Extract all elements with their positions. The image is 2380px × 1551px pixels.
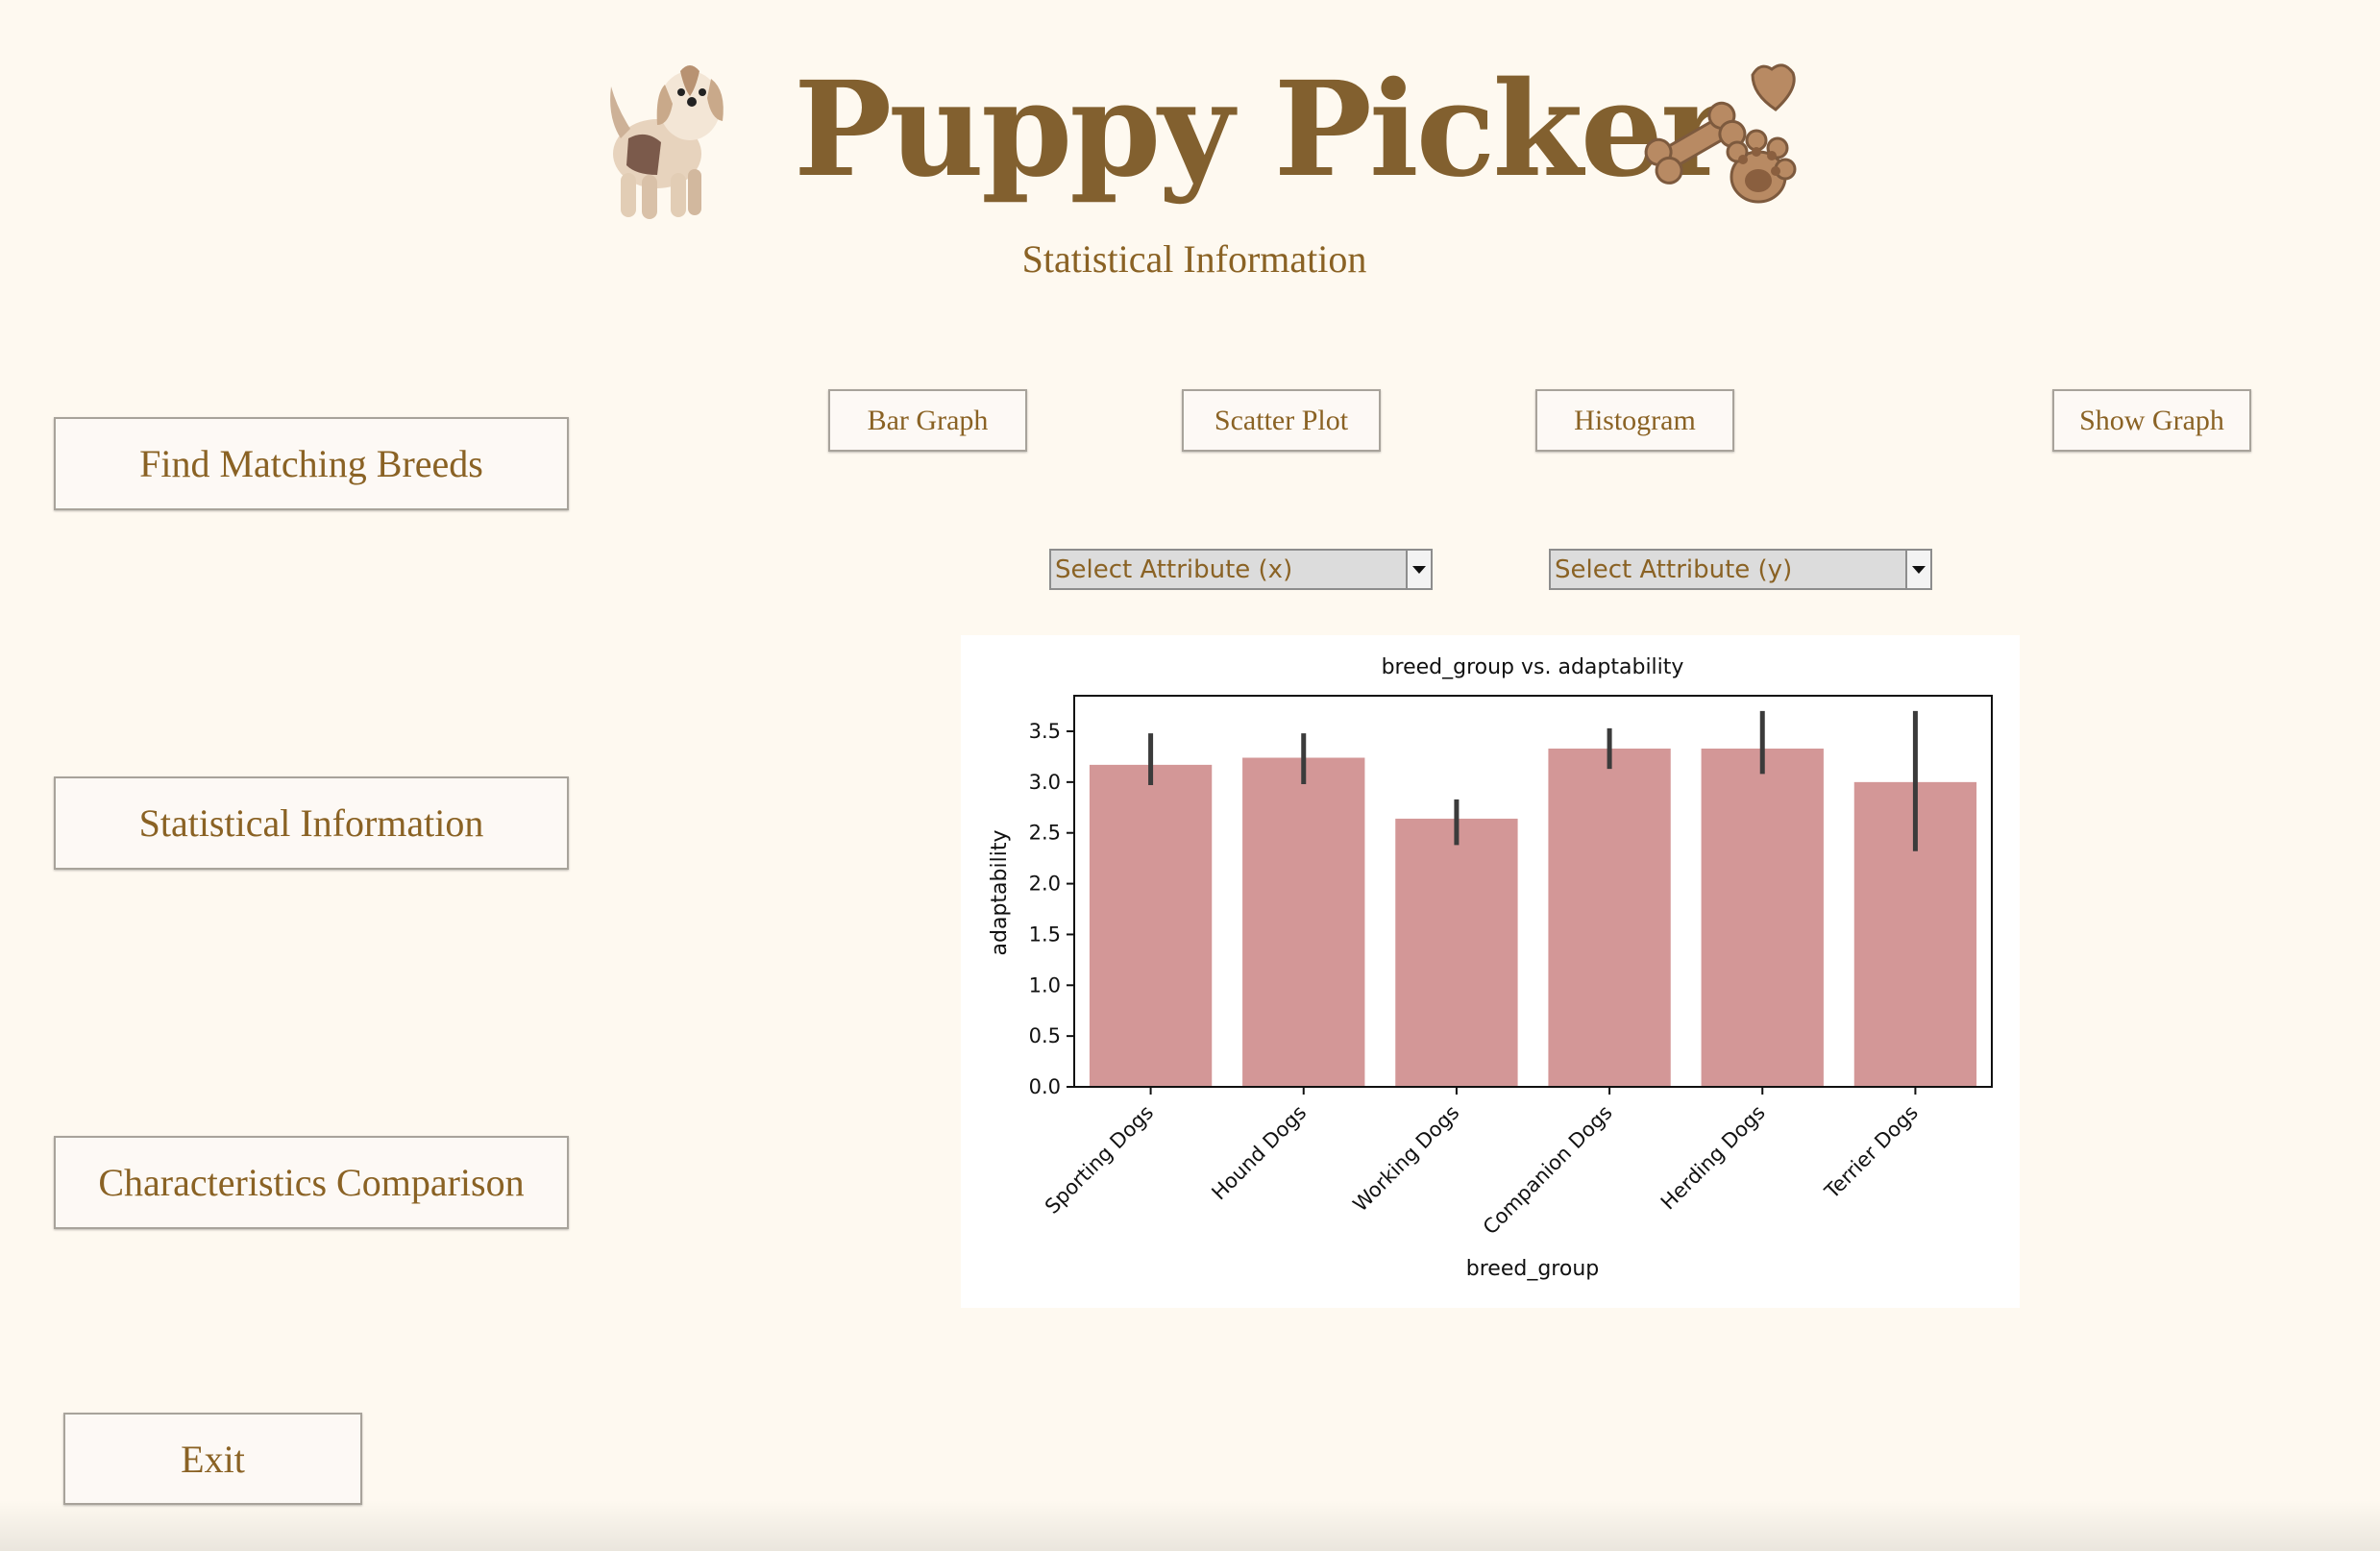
dog-illustration	[610, 65, 724, 219]
chevron-down-icon[interactable]	[1406, 551, 1431, 588]
y-tick-label: 0.5	[1029, 1024, 1061, 1047]
chevron-down-icon[interactable]	[1905, 551, 1930, 588]
characteristics-comparison-button[interactable]: Characteristics Comparison	[54, 1136, 569, 1229]
x-tick-label: Herding Dogs	[1656, 1101, 1770, 1215]
bar	[1701, 748, 1824, 1087]
app-title: Puppy Picker	[794, 53, 1730, 207]
bar	[1548, 748, 1671, 1087]
exit-button[interactable]: Exit	[63, 1413, 362, 1505]
x-axis-label: breed_group	[1466, 1257, 1599, 1281]
show-graph-button[interactable]: Show Graph	[2052, 389, 2251, 452]
chart-title: breed_group vs. adaptability	[1382, 655, 1684, 679]
x-tick-label: Hound Dogs	[1207, 1101, 1311, 1205]
page-subtitle: Statistical Information	[1021, 237, 1367, 281]
window-bottom-shadow	[0, 1499, 2380, 1551]
y-tick-label: 2.5	[1029, 822, 1061, 845]
bar	[1242, 757, 1365, 1087]
x-tick-label: Sporting Dogs	[1041, 1101, 1158, 1219]
x-tick-label: Companion Dogs	[1479, 1101, 1617, 1240]
histogram-button[interactable]: Histogram	[1535, 389, 1734, 452]
find-matching-breeds-button[interactable]: Find Matching Breeds	[54, 417, 569, 510]
bar-chart: breed_group vs. adaptability adaptabilit…	[988, 655, 1993, 1281]
y-tick-label: 1.0	[1029, 973, 1061, 997]
y-tick-label: 0.0	[1029, 1075, 1061, 1098]
x-tick-label: Working Dogs	[1349, 1101, 1464, 1217]
x-attribute-select-value: Select Attribute (x)	[1055, 554, 1293, 584]
bar	[1395, 818, 1518, 1087]
y-tick-label: 3.0	[1029, 771, 1061, 794]
chart-panel: breed_group vs. adaptability adaptabilit…	[961, 635, 2020, 1308]
statistical-information-button[interactable]: Statistical Information	[54, 776, 569, 870]
y-axis-label: adaptability	[988, 830, 1012, 956]
y-attribute-select-value: Select Attribute (y)	[1555, 554, 1793, 584]
y-tick-label: 2.0	[1029, 873, 1061, 896]
treats-icon	[1644, 63, 1797, 204]
y-attribute-select[interactable]: Select Attribute (y)	[1549, 549, 1932, 590]
bar	[1089, 764, 1213, 1087]
x-attribute-select[interactable]: Select Attribute (x)	[1049, 549, 1433, 590]
scatter-plot-button[interactable]: Scatter Plot	[1182, 389, 1381, 452]
y-tick-label: 1.5	[1029, 923, 1061, 946]
bar-graph-button[interactable]: Bar Graph	[828, 389, 1027, 452]
x-tick-label: Terrier Dogs	[1820, 1101, 1923, 1204]
y-tick-label: 3.5	[1029, 720, 1061, 743]
